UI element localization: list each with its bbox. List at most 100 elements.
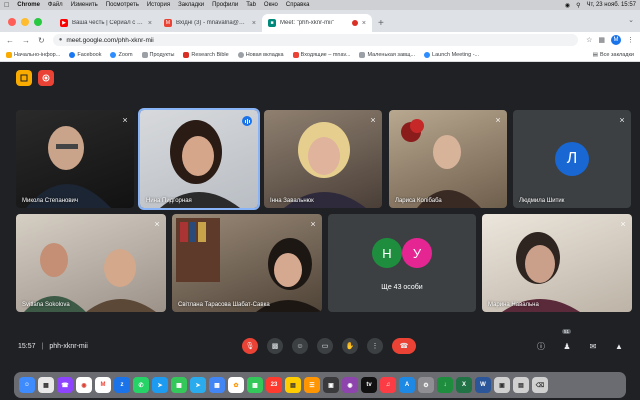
preview-icon[interactable]: ▣	[494, 377, 510, 393]
menu-help[interactable]: Справка	[286, 2, 310, 8]
address-bar[interactable]: ● meet.google.com/phh-xknr-mii	[52, 34, 579, 46]
apple-icon[interactable]: 	[4, 2, 9, 9]
bookmark-item[interactable]: Входящие – mnav...	[292, 51, 350, 58]
tab-search-icon[interactable]: ⌄	[628, 16, 634, 24]
apple-tv-icon[interactable]: tv	[361, 377, 377, 393]
close-tab-icon[interactable]: ×	[148, 20, 152, 27]
more-icon[interactable]: ⋮	[367, 338, 383, 354]
notes-icon[interactable]	[16, 70, 32, 86]
menu-file[interactable]: Файл	[48, 2, 63, 8]
present-icon[interactable]: ▭	[317, 338, 333, 354]
system-settings-icon[interactable]: ⚙	[418, 377, 434, 393]
gmail-icon[interactable]: M	[95, 377, 111, 393]
calendar-icon[interactable]: 23	[266, 377, 282, 393]
whatsapp-icon[interactable]: ✆	[133, 377, 149, 393]
tab-meet[interactable]: ■ Meet: "phh-xknr-mii" ×	[262, 14, 372, 32]
bookmark-item[interactable]: Research Bible	[183, 51, 229, 58]
new-tab-button[interactable]: +	[372, 18, 390, 32]
activities-icon[interactable]: ▲	[612, 338, 626, 354]
bookmark-label: Продукты	[149, 51, 175, 58]
reload-icon[interactable]: ↻	[38, 36, 45, 45]
participant-tile[interactable]: Нина Пидгорная	[138, 108, 260, 210]
menu-edit[interactable]: Изменить	[71, 2, 98, 8]
bookmark-item[interactable]: Продукты	[141, 51, 175, 58]
raise-hand-icon[interactable]: ✋	[342, 338, 358, 354]
podcasts-icon[interactable]: ◉	[342, 377, 358, 393]
extensions-icon[interactable]: ▦	[598, 36, 605, 44]
bookmark-item[interactable]: Новая вкладка	[237, 51, 284, 58]
emoji-icon[interactable]: ☺	[292, 338, 308, 354]
document-icon[interactable]: ▤	[513, 377, 529, 393]
search-icon[interactable]: ⚲	[576, 2, 580, 9]
tab-youtube[interactable]: ▶ Ваша честь | Сериал с Олег... ×	[54, 14, 158, 32]
photos-icon[interactable]: ✿	[228, 377, 244, 393]
notes-icon[interactable]: ▤	[285, 377, 301, 393]
forward-icon[interactable]: →	[22, 36, 30, 45]
people-icon[interactable]: ♟ 51	[560, 329, 574, 354]
menu-window[interactable]: Окно	[264, 2, 278, 8]
menu-profiles[interactable]: Профили	[212, 2, 238, 8]
more-participants-tile[interactable]: Н У Ще 43 особи	[328, 214, 476, 312]
zoom-window-button[interactable]	[34, 18, 42, 26]
torrent-icon[interactable]: ↓	[437, 377, 453, 393]
viber-icon[interactable]: ☎	[57, 377, 73, 393]
camera-icon[interactable]: ▩	[267, 338, 283, 354]
participant-video	[160, 120, 240, 208]
chrome-icon[interactable]: ◉	[76, 377, 92, 393]
mic-off-icon: ⨯	[154, 221, 160, 228]
bookmark-item[interactable]: Zoom	[110, 51, 133, 58]
site-info-icon[interactable]: ●	[59, 37, 63, 43]
browser-menu-icon[interactable]: ⋮	[627, 36, 634, 44]
mic-off-icon: ⨯	[620, 221, 626, 228]
participant-tile[interactable]: ⨯ Svitlana Sokolova	[16, 214, 166, 312]
word-icon[interactable]: W	[475, 377, 491, 393]
back-icon[interactable]: ←	[6, 36, 14, 45]
app-store-icon[interactable]: A	[399, 377, 415, 393]
participant-tile[interactable]: ⨯ Інна Завальнюк	[264, 110, 382, 208]
wifi-icon[interactable]: ◉	[565, 2, 570, 9]
telegram-icon[interactable]: ➤	[190, 377, 206, 393]
trash-icon[interactable]: ⌫	[532, 377, 548, 393]
close-tab-icon[interactable]: ×	[252, 20, 256, 27]
mic-off-icon[interactable]: 🎙	[242, 338, 258, 354]
minimize-window-button[interactable]	[21, 18, 29, 26]
menubar-app-name[interactable]: Chrome	[17, 2, 40, 8]
close-window-button[interactable]	[8, 18, 16, 26]
menu-history[interactable]: История	[147, 2, 170, 8]
launchpad-icon[interactable]: ▦	[38, 377, 54, 393]
meet-icon[interactable]: ▩	[209, 377, 225, 393]
tab-gmail[interactable]: M Вхідні (3) - mnavalna@gmail... ×	[158, 14, 262, 32]
bookmark-item[interactable]: Маленькая завщ...	[359, 51, 415, 58]
bookmark-item[interactable]: Начально-інфор...	[6, 51, 60, 58]
books-icon[interactable]: ▣	[323, 377, 339, 393]
chat-icon[interactable]: ✉	[586, 338, 600, 354]
participant-tile[interactable]: ⨯ Микола Степанович	[16, 110, 134, 208]
bookmark-item[interactable]: Launch Meeting -...	[424, 51, 479, 58]
participant-name: Микола Степанович	[22, 198, 79, 204]
menubar-clock[interactable]: Чт, 23 нояб. 15:57	[587, 2, 636, 8]
all-bookmarks-button[interactable]: ▤ Все закладки	[593, 52, 634, 58]
recording-icon[interactable]	[38, 70, 54, 86]
close-tab-icon[interactable]: ×	[362, 20, 366, 27]
participant-tile[interactable]: Л ⨯ Людмила Шитик	[513, 110, 631, 208]
reminders-icon[interactable]: ☰	[304, 377, 320, 393]
participant-tile[interactable]: ⨯ Лариса Колібаба	[389, 110, 507, 208]
bookmark-star-icon[interactable]: ☆	[586, 36, 592, 44]
menu-bookmarks[interactable]: Закладки	[178, 2, 204, 8]
participant-tile[interactable]: ⨯ Марина Навальна	[482, 214, 632, 312]
end-call-icon[interactable]: ☎	[392, 338, 416, 354]
facetime-icon[interactable]: ▩	[247, 377, 263, 393]
info-icon[interactable]: ⓘ	[534, 338, 548, 354]
facetime-icon[interactable]: ▩	[171, 377, 187, 393]
menu-view[interactable]: Посмотреть	[106, 2, 139, 8]
finder-icon[interactable]: ☺	[19, 377, 35, 393]
participant-tile[interactable]: ⨯ Світлана Тарасова Шабат-Савка	[172, 214, 322, 312]
excel-icon[interactable]: X	[456, 377, 472, 393]
profile-avatar[interactable]: M	[611, 35, 621, 45]
participant-name: Марина Навальна	[488, 302, 539, 308]
zoom-icon[interactable]: z	[114, 377, 130, 393]
music-icon[interactable]: ♫	[380, 377, 396, 393]
menu-tab[interactable]: Tab	[246, 2, 256, 8]
messenger-icon[interactable]: ➤	[152, 377, 168, 393]
bookmark-item[interactable]: Facebook	[69, 51, 101, 58]
